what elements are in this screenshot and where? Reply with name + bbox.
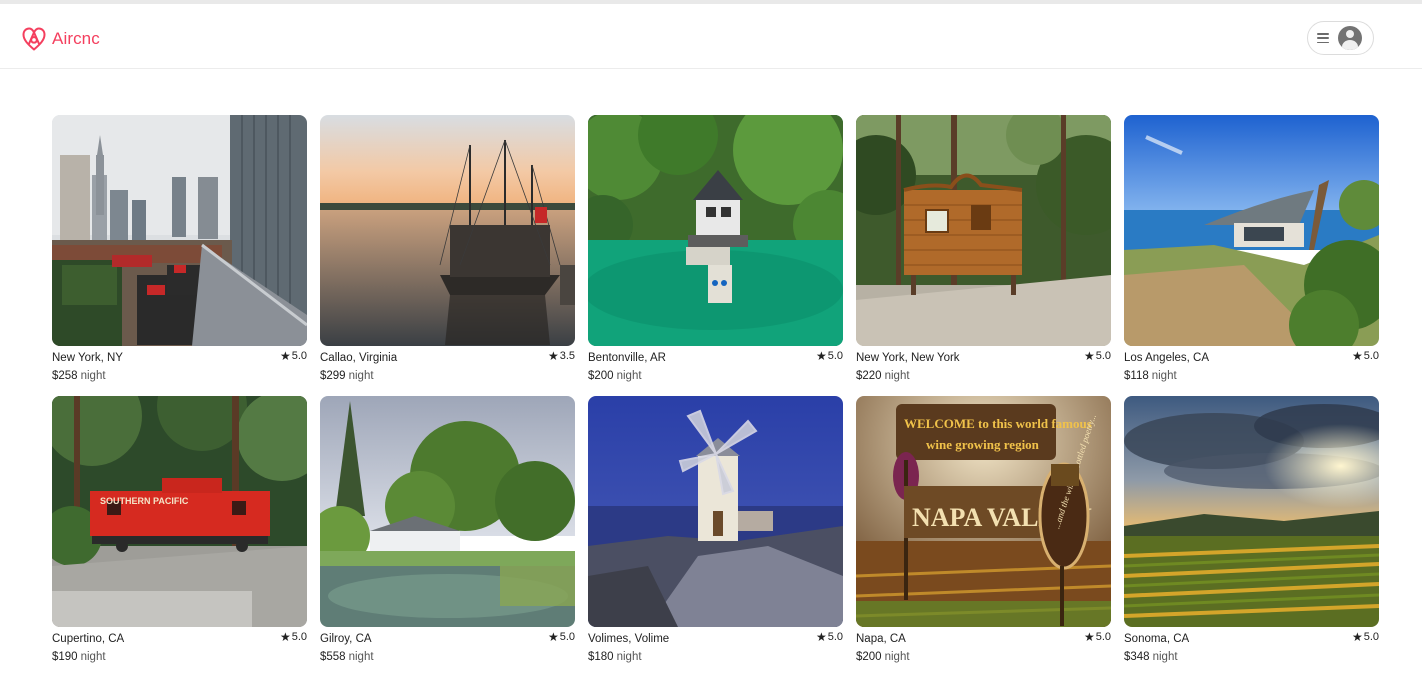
- navbar: Aircnc: [0, 4, 1422, 69]
- listing-card[interactable]: New York, New York ★ 5.0 $220 night: [856, 115, 1111, 396]
- svg-text:SOUTHERN PACIFIC: SOUTHERN PACIFIC: [100, 496, 189, 506]
- listing-price: $348 night: [1124, 651, 1178, 663]
- listing-photo[interactable]: [856, 115, 1111, 346]
- star-icon: ★: [279, 349, 291, 363]
- listing-photo[interactable]: [320, 396, 575, 627]
- listing-rating: ★ 5.0: [815, 349, 843, 363]
- listing-rating: ★ 5.0: [1083, 630, 1111, 644]
- listing-rating: ★ 5.0: [279, 630, 307, 644]
- star-icon: ★: [1351, 349, 1363, 363]
- listing-photo[interactable]: [588, 115, 843, 346]
- listing-location: Los Angeles, CA: [1124, 352, 1210, 364]
- user-avatar-icon: [1338, 26, 1362, 50]
- listing-price: $190 night: [52, 651, 106, 663]
- listing-rating: ★ 5.0: [815, 630, 843, 644]
- listing-price: $200 night: [856, 651, 910, 663]
- listing-location: Cupertino, CA: [52, 633, 125, 645]
- listing-location: Gilroy, CA: [320, 633, 372, 645]
- listing-price: $180 night: [588, 651, 642, 663]
- listing-location: Bentonville, AR: [588, 352, 666, 364]
- listing-card[interactable]: SOUTHERN PACIFIC Cupertino, CA ★ 5.0 $190…: [52, 396, 307, 674]
- listing-price: $200 night: [588, 370, 642, 382]
- user-menu-button[interactable]: [1307, 21, 1374, 55]
- listing-location: New York, New York: [856, 352, 960, 364]
- logo[interactable]: Aircnc: [20, 24, 100, 54]
- listing-card[interactable]: New York, NY ★ 5.0 $258 night: [52, 115, 307, 396]
- listing-price: $118 night: [1124, 370, 1177, 382]
- star-icon: ★: [1083, 349, 1095, 363]
- listing-card[interactable]: WELCOME to this world famous wine growin…: [856, 396, 1111, 674]
- airbnb-logo-icon: [22, 27, 46, 51]
- star-icon: ★: [547, 349, 559, 363]
- listing-photo[interactable]: [1124, 115, 1379, 346]
- listing-rating: ★ 3.5: [547, 349, 575, 363]
- listing-photo[interactable]: [588, 396, 843, 627]
- listing-card[interactable]: Bentonville, AR ★ 5.0 $200 night: [588, 115, 843, 396]
- listing-rating: ★ 5.0: [279, 349, 307, 363]
- listing-rating: ★ 5.0: [1351, 349, 1379, 363]
- listing-price: $558 night: [320, 651, 374, 663]
- star-icon: ★: [815, 630, 827, 644]
- listing-location: Callao, Virginia: [320, 352, 398, 364]
- listing-photo[interactable]: SOUTHERN PACIFIC: [52, 396, 307, 627]
- listing-card[interactable]: Gilroy, CA ★ 5.0 $558 night: [320, 396, 575, 674]
- star-icon: ★: [1083, 630, 1095, 644]
- listing-card[interactable]: Callao, Virginia ★ 3.5 $299 night: [320, 115, 575, 396]
- hamburger-icon: [1317, 33, 1329, 43]
- listing-photo[interactable]: [52, 115, 307, 346]
- listing-photo[interactable]: WELCOME to this world famous wine growin…: [856, 396, 1111, 627]
- listing-location: Sonoma, CA: [1124, 633, 1190, 645]
- listing-location: Napa, CA: [856, 633, 906, 645]
- napa-sign-line-1: WELCOME to this world famous: [904, 416, 1092, 431]
- listing-photo[interactable]: [320, 115, 575, 346]
- listing-card[interactable]: Volimes, Volime ★ 5.0 $180 night: [588, 396, 843, 674]
- star-icon: ★: [279, 630, 291, 644]
- app-name: Aircnc: [52, 29, 100, 48]
- star-icon: ★: [1351, 630, 1363, 644]
- star-icon: ★: [547, 630, 559, 644]
- listing-rating: ★ 5.0: [1083, 349, 1111, 363]
- listing-price: $220 night: [856, 370, 910, 382]
- listing-rating: ★ 5.0: [547, 630, 575, 644]
- listing-price: $258 night: [52, 370, 106, 382]
- listing-price: $299 night: [320, 370, 374, 382]
- listing-photo[interactable]: [1124, 396, 1379, 627]
- listing-rating: ★ 5.0: [1351, 630, 1379, 644]
- napa-sign-line-2: wine growing region: [926, 437, 1040, 452]
- listing-location: Volimes, Volime: [588, 633, 670, 645]
- star-icon: ★: [815, 349, 827, 363]
- listing-location: New York, NY: [52, 352, 123, 364]
- listings-grid: New York, NY ★ 5.0 $258 night Callao, Vi…: [52, 115, 1379, 674]
- listing-card[interactable]: Los Angeles, CA ★ 5.0 $118 night: [1124, 115, 1379, 396]
- listing-card[interactable]: Sonoma, CA ★ 5.0 $348 night: [1124, 396, 1379, 674]
